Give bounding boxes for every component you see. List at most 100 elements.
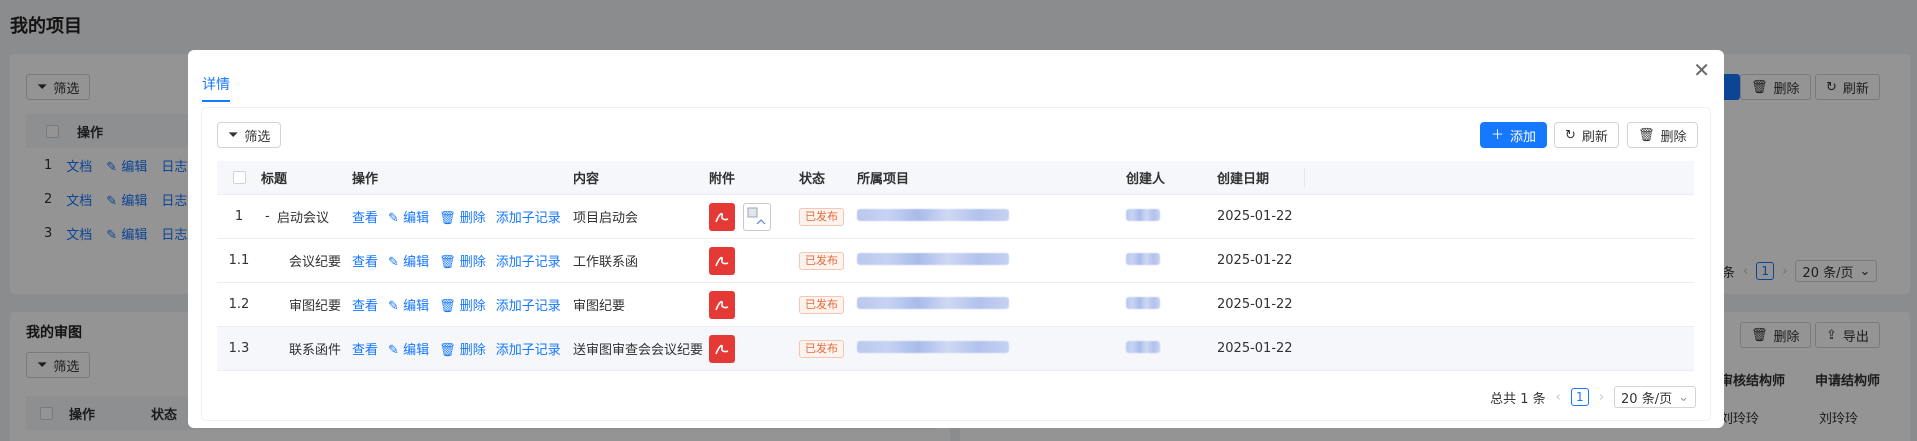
project-cell — [857, 208, 1126, 225]
view-link[interactable]: 查看 — [352, 207, 378, 226]
row-title: 审图纪要 — [289, 299, 342, 314]
detail-dialog: ✕ 详情 ⏷ 筛选 ＋ 添加 ↻ 刷新 🗑 删除 标题 操作 内容 附件 状态 … — [188, 50, 1724, 428]
filter-label: 筛选 — [244, 129, 271, 145]
detail-table: 标题 操作 内容 附件 状态 所属项目 创建人 创建日期 1 - 启动会议 查看… — [217, 161, 1694, 371]
row-actions: 查看 ✎ 编辑 🗑 删除 添加子记录 — [352, 339, 573, 358]
table-row[interactable]: 1 - 启动会议 查看 ✎ 编辑 🗑 删除 添加子记录 项目启动会 已发布 20… — [217, 195, 1694, 239]
status-cell: 已发布 — [799, 251, 857, 270]
edit-link[interactable]: ✎ 编辑 — [388, 339, 429, 358]
project-cell — [857, 340, 1126, 357]
col-ops: 操作 — [352, 172, 379, 187]
broken-image-icon[interactable] — [743, 202, 771, 231]
status-cell: 已发布 — [799, 295, 857, 314]
pdf-file-icon[interactable] — [709, 334, 735, 363]
view-link[interactable]: 查看 — [352, 295, 378, 314]
attachments-cell — [709, 290, 799, 319]
plus-icon: ＋ — [1491, 127, 1505, 143]
content-cell: 项目启动会 — [573, 211, 639, 226]
table-row[interactable]: 1.2 审图纪要 查看 ✎ 编辑 🗑 删除 添加子记录 审图纪要 已发布 202… — [217, 283, 1694, 327]
view-link[interactable]: 查看 — [352, 251, 378, 270]
pdf-file-icon[interactable] — [709, 246, 735, 275]
redacted-creator — [1126, 252, 1160, 265]
refresh-button[interactable]: ↻ 刷新 — [1554, 122, 1619, 148]
edit-link[interactable]: ✎ 编辑 — [388, 251, 429, 270]
delete-link[interactable]: 🗑 删除 — [439, 207, 486, 226]
trash-icon: 🗑 — [439, 299, 456, 314]
add-child-link[interactable]: 添加子记录 — [496, 339, 561, 358]
edit-link[interactable]: ✎ 编辑 — [388, 207, 429, 226]
trash-icon: 🗑 — [1638, 127, 1655, 143]
row-title: 联系函件 — [289, 343, 342, 358]
tab-details[interactable]: 详情 — [202, 72, 230, 102]
creator-cell — [1126, 208, 1217, 225]
dialog-tabs: 详情 — [202, 72, 230, 102]
add-button[interactable]: ＋ 添加 — [1480, 122, 1548, 148]
edit-label: 编辑 — [403, 255, 430, 270]
edit-icon: ✎ — [388, 255, 399, 270]
title-cell: 审图纪要 — [261, 295, 352, 314]
creator-cell — [1126, 340, 1217, 357]
row-index: 1.3 — [228, 341, 250, 356]
col-status: 状态 — [799, 172, 826, 187]
delete-label: 删除 — [459, 343, 486, 358]
view-link[interactable]: 查看 — [352, 339, 378, 358]
row-actions: 查看 ✎ 编辑 🗑 删除 添加子记录 — [352, 207, 573, 226]
col-project: 所属项目 — [857, 172, 910, 187]
content-cell: 工作联系函 — [573, 255, 639, 270]
delete-link[interactable]: 🗑 删除 — [439, 251, 486, 270]
status-badge: 已发布 — [799, 251, 844, 270]
delete-link[interactable]: 🗑 删除 — [439, 295, 486, 314]
delete-label: 删除 — [459, 211, 486, 226]
content-cell: 审图纪要 — [573, 299, 626, 314]
delete-label: 删除 — [459, 255, 486, 270]
redacted-project — [857, 252, 1009, 265]
page-size-select[interactable]: 20 条/页 ⌄ — [1614, 386, 1696, 408]
row-title: 会议纪要 — [289, 255, 342, 270]
redacted-creator — [1126, 296, 1160, 309]
edit-icon: ✎ — [388, 299, 399, 314]
chevron-left-icon[interactable]: ‹ — [1556, 390, 1561, 405]
close-icon[interactable]: ✕ — [1693, 60, 1710, 80]
delete-label: 删除 — [459, 299, 486, 314]
table-row[interactable]: 1.1 会议纪要 查看 ✎ 编辑 🗑 删除 添加子记录 工作联系函 已发布 20… — [217, 239, 1694, 283]
edit-label: 编辑 — [403, 211, 430, 226]
creator-cell — [1126, 296, 1217, 313]
redacted-creator — [1126, 340, 1160, 353]
project-cell — [857, 252, 1126, 269]
title-cell: 会议纪要 — [261, 251, 352, 270]
filter-icon: ⏷ — [228, 127, 239, 143]
row-actions: 查看 ✎ 编辑 🗑 删除 添加子记录 — [352, 251, 573, 270]
table-row[interactable]: 1.3 联系函件 查看 ✎ 编辑 🗑 删除 添加子记录 送审图审查会会议纪要 已… — [217, 327, 1694, 371]
add-child-link[interactable]: 添加子记录 — [496, 251, 561, 270]
add-child-link[interactable]: 添加子记录 — [496, 207, 561, 226]
delete-link[interactable]: 🗑 删除 — [439, 339, 486, 358]
row-index: 1 — [234, 209, 244, 224]
dialog-body: ⏷ 筛选 ＋ 添加 ↻ 刷新 🗑 删除 标题 操作 内容 附件 状态 所属项目 … — [202, 108, 1710, 420]
filter-button[interactable]: ⏷ 筛选 — [217, 122, 282, 148]
pdf-file-icon[interactable] — [709, 290, 735, 319]
table-header: 标题 操作 内容 附件 状态 所属项目 创建人 创建日期 — [217, 161, 1694, 195]
redacted-project — [857, 340, 1009, 353]
add-child-link[interactable]: 添加子记录 — [496, 295, 561, 314]
pager-current-page[interactable]: 1 — [1570, 388, 1589, 406]
edit-link[interactable]: ✎ 编辑 — [388, 295, 429, 314]
add-label: 添加 — [1510, 129, 1537, 145]
page-size-label: 20 条/页 — [1621, 391, 1673, 407]
select-all-cell — [217, 170, 261, 185]
date-cell: 2025-01-22 — [1217, 209, 1293, 224]
chevron-right-icon[interactable]: › — [1599, 390, 1604, 405]
pdf-file-icon[interactable] — [709, 202, 735, 231]
edit-icon: ✎ — [388, 211, 399, 226]
redacted-project — [857, 296, 1009, 309]
row-title: 启动会议 — [277, 211, 330, 226]
delete-label: 删除 — [1660, 129, 1687, 145]
collapse-toggle-icon[interactable]: - — [265, 209, 277, 224]
col-date: 创建日期 — [1217, 168, 1305, 187]
edit-label: 编辑 — [403, 343, 430, 358]
redacted-creator — [1126, 208, 1160, 221]
refresh-icon: ↻ — [1565, 127, 1576, 143]
delete-button[interactable]: 🗑 删除 — [1627, 122, 1698, 148]
select-all-checkbox[interactable] — [232, 171, 246, 184]
row-actions: 查看 ✎ 编辑 🗑 删除 添加子记录 — [352, 295, 573, 314]
attachments-cell — [709, 246, 799, 275]
